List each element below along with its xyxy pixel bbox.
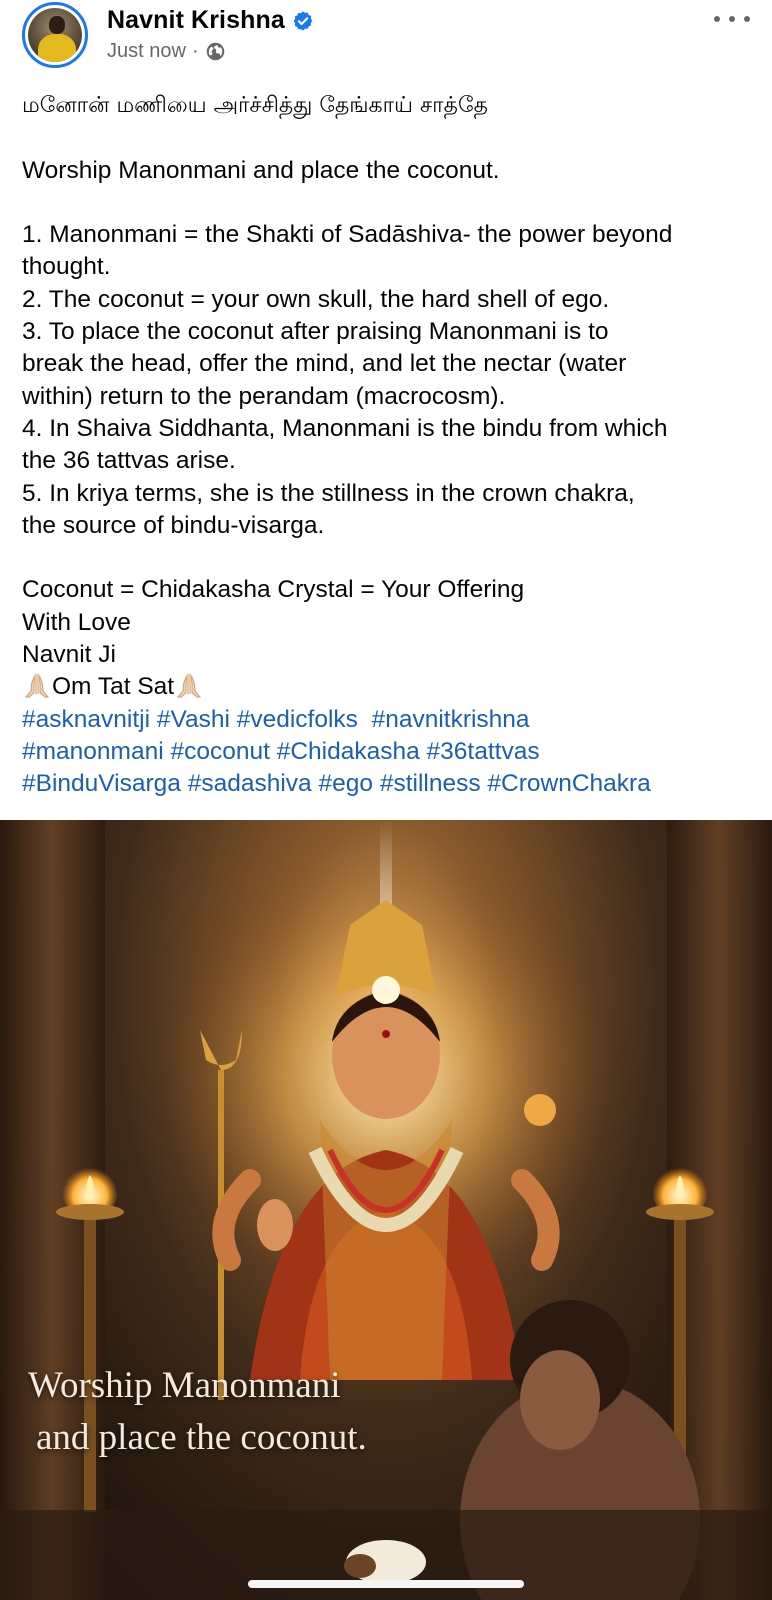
post-timestamp[interactable]: Just now <box>107 40 186 63</box>
hashtag-link[interactable]: #Chidakasha <box>277 738 420 765</box>
more-dot <box>729 16 735 22</box>
post-line: 4. In Shaiva Siddhanta, Manonmani is the… <box>22 414 668 442</box>
hashtag-link[interactable]: #36tattvas <box>427 738 540 765</box>
hashtag-link[interactable]: #vedicfolks <box>237 706 358 733</box>
hashtag-link[interactable]: #coconut <box>170 738 269 765</box>
post-line: 1. Manonmani = the Shakti of Sadāshiva- … <box>22 221 673 249</box>
post-line: With Love <box>22 608 131 636</box>
post-line: Navnit Ji <box>22 641 116 669</box>
hashtag-link[interactable]: #BinduVisarga <box>22 770 181 797</box>
verified-badge-icon <box>292 10 314 32</box>
post-line-blank <box>22 122 762 154</box>
more-options-button[interactable] <box>714 8 750 30</box>
hashtag-line: #BinduVisarga #sadashiva #ego #stillness… <box>22 768 762 800</box>
hashtag-link[interactable]: #sadashiva <box>188 770 312 797</box>
post-line: Worship Manonmani and place the coconut. <box>22 156 500 184</box>
post-line-tamil: மனோன் மணியை அர்ச்சித்து தேங்காய் சாத்தே <box>22 93 488 118</box>
hashtag-line: #manonmani #coconut #Chidakasha #36tattv… <box>22 736 762 768</box>
hashtag-link[interactable]: #Vashi <box>157 706 230 733</box>
image-caption: Worship Manonmani and place the coconut. <box>28 1360 367 1464</box>
meta-separator: · <box>191 40 199 62</box>
more-dot <box>744 16 750 22</box>
hashtag-link[interactable]: #ego <box>319 770 374 797</box>
post-line: Coconut = Chidakasha Crystal = Your Offe… <box>22 576 525 604</box>
hashtag-link[interactable]: #asknavnitji <box>22 706 150 733</box>
post-header: Navnit Krishna Just now · <box>0 0 772 84</box>
post-line-blank <box>22 187 762 219</box>
folded-hands-icon <box>174 671 204 699</box>
author-name[interactable]: Navnit Krishna <box>107 6 285 35</box>
avatar-head <box>49 16 65 34</box>
devotional-artwork <box>0 820 772 1600</box>
post-line: 2. The coconut = your own skull, the har… <box>22 285 610 313</box>
image-caption-line: and place the coconut. <box>36 1417 367 1458</box>
author-name-row: Navnit Krishna <box>107 6 314 35</box>
post-line: 5. In kriya terms, she is the stillness … <box>22 479 635 507</box>
home-indicator[interactable] <box>248 1580 524 1588</box>
post-line: 3. To place the coconut after praising M… <box>22 318 609 346</box>
post-line-blank <box>22 542 762 574</box>
more-dot <box>714 16 720 22</box>
post-line: within) return to the perandam (macrocos… <box>22 382 506 410</box>
post-meta: Just now · <box>107 40 226 63</box>
hashtag-link[interactable]: #manonmani <box>22 738 164 765</box>
globe-icon[interactable] <box>205 41 226 62</box>
folded-hands-icon <box>22 671 52 699</box>
post-body: மனோன் மணியை அர்ச்சித்து தேங்காய் சாத்தே … <box>22 90 762 801</box>
hashtag-link[interactable]: #stillness <box>380 770 481 797</box>
post-line: the 36 tattvas arise. <box>22 447 236 475</box>
closing-line: Om Tat Sat <box>22 671 762 703</box>
image-caption-line: Worship Manonmani <box>28 1365 341 1406</box>
avatar-photo <box>28 8 82 62</box>
hashtag-link[interactable]: #CrownChakra <box>487 770 650 797</box>
post-image[interactable]: Worship Manonmani and place the coconut. <box>0 820 772 1600</box>
post-line: the source of bindu-visarga. <box>22 511 325 539</box>
hashtag-line: #asknavnitji #Vashi #vedicfolks #navnitk… <box>22 704 762 736</box>
avatar-body <box>38 34 76 62</box>
post-line: break the head, offer the mind, and let … <box>22 350 627 378</box>
author-avatar[interactable] <box>22 2 88 68</box>
post-line: thought. <box>22 253 111 281</box>
closing-text: Om Tat Sat <box>52 673 175 701</box>
hashtag-link[interactable]: #navnitkrishna <box>372 706 530 733</box>
